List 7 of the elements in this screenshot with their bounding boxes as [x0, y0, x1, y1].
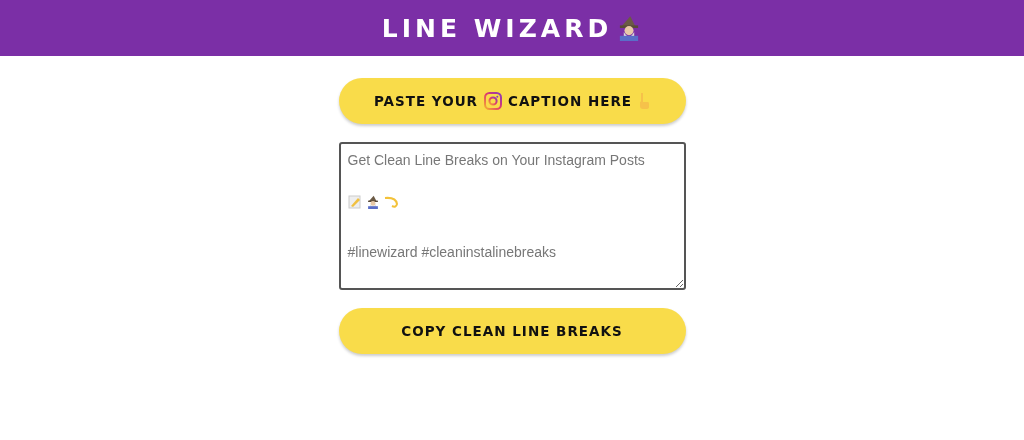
app-title: LINE WIZARD — [381, 13, 613, 43]
caption-field[interactable]: Get Clean Line Breaks on Your Instagram Posts #linewizard #cleaninstalinebreaks — [338, 142, 686, 290]
copy-button[interactable]: COPY CLEAN LINE BREAKS — [338, 308, 686, 354]
pencil-icon — [347, 195, 362, 209]
camera-icon — [484, 92, 502, 110]
wizard-icon — [365, 195, 380, 209]
paste-caption-button[interactable]: PASTE YOUR CAPTION HERE — [338, 78, 686, 124]
